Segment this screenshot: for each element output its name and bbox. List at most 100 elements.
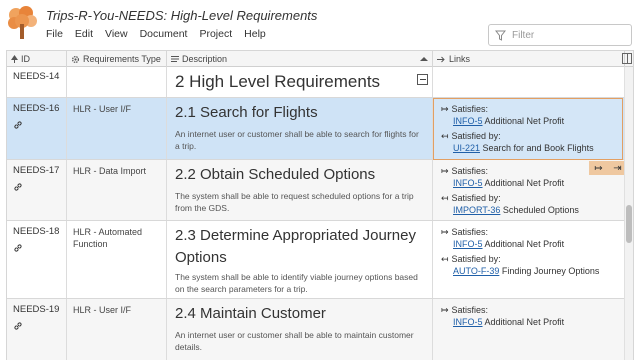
row-id: NEEDS-18 [13,226,60,237]
link-item[interactable]: INFO-5 Additional Net Profit [441,316,624,328]
arrow-right-icon [437,56,445,62]
requirement-description: The system shall be able to identify via… [175,272,418,294]
heading-id: NEEDS-14 [7,67,67,97]
link-key[interactable]: UI-221 [453,143,480,153]
requirement-title: 2.1 Search for Flights [175,104,318,121]
table-row[interactable]: NEEDS-17 HLR - Data Import 2.2 Obtain Sc… [7,160,625,221]
add-outgoing-link-icon[interactable]: ↦ [594,163,602,174]
chevron-up-icon [420,57,428,61]
column-id[interactable]: ID [7,51,67,67]
column-description[interactable]: Description [167,51,433,67]
link-icon[interactable] [13,120,23,130]
menu-view[interactable]: View [105,28,128,40]
row-description-cell: 2.3 Determine Appropriated Journey Optio… [167,221,433,298]
link-key[interactable]: INFO-5 [453,317,483,327]
add-incoming-link-icon[interactable]: ⇥ [613,163,621,174]
link-icon[interactable] [13,321,23,331]
row-id-cell: NEEDS-16 [7,98,67,159]
gear-icon [71,55,80,63]
row-id: NEEDS-17 [13,165,60,176]
row-id-cell: NEEDS-17 [7,160,67,220]
satisfied-by-header: ↤ Satisfied by: [441,131,501,141]
relation-arrow-icon: ↤ [441,131,449,141]
column-description-label: Description [182,54,228,64]
row-description-cell: 2.2 Obtain Scheduled Options The system … [167,160,433,220]
row-type: HLR - Automated Function [67,221,167,298]
satisfies-header: ↦ Satisfies: [441,305,489,315]
filter-box[interactable] [488,24,632,46]
requirement-description: An internet user or customer shall be ab… [175,129,419,151]
relation-arrow-icon: ↦ [441,227,449,237]
row-id: NEEDS-19 [13,304,60,315]
vertical-scrollbar[interactable] [624,67,633,360]
row-id-cell: NEEDS-19 [7,299,67,360]
link-item[interactable]: INFO-5 Additional Net Profit [441,238,624,250]
link-key[interactable]: AUTO-F-39 [453,266,499,276]
link-key[interactable]: INFO-5 [453,116,483,126]
menu-bar: File Edit View Document Project Help [46,28,266,40]
link-item[interactable]: IMPORT-36 Scheduled Options [441,204,624,216]
collapse-icon[interactable] [417,74,428,85]
table-row[interactable]: NEEDS-16 HLR - User I/F 2.1 Search for F… [7,98,625,160]
row-type: HLR - User I/F [67,98,167,159]
menu-project[interactable]: Project [199,28,232,40]
row-links-cell: ↦ Satisfies: INFO-5 Additional Net Profit… [433,98,625,159]
row-type: HLR - User I/F [67,299,167,360]
link-actions-toolbar: ↦ ⇥ [589,161,627,175]
requirement-description: The system shall be able to request sche… [175,191,414,213]
relation-arrow-icon: ↤ [441,254,449,264]
heading-type-cell [67,67,167,97]
section-heading-title: 2 High Level Requirements [175,72,381,91]
requirement-description: An internet user or customer shall be ab… [175,330,414,352]
relation-arrow-icon: ↦ [441,305,449,315]
requirements-grid: ID Requirements Type Description Links N… [6,50,634,360]
requirement-title: 2.2 Obtain Scheduled Options [175,166,376,183]
section-heading-row[interactable]: NEEDS-14 2 High Level Requirements [7,67,625,98]
satisfies-header: ↦ Satisfies: [441,227,489,237]
row-links-cell: ↦ Satisfies: INFO-5 Additional Net Profit… [433,221,625,298]
menu-file[interactable]: File [46,28,63,40]
table-row[interactable]: NEEDS-18 HLR - Automated Function 2.3 De… [7,221,625,299]
row-description-cell: 2.4 Maintain Customer An internet user o… [167,299,433,360]
document-title: Trips-R-You-NEEDS: High-Level Requiremen… [46,8,318,23]
relation-arrow-icon: ↤ [441,193,449,203]
requirement-title: 2.3 Determine Appropriated Journey Optio… [175,227,416,266]
relation-arrow-icon: ↦ [441,166,449,176]
column-type[interactable]: Requirements Type [67,51,167,67]
relation-arrow-icon: ↦ [441,104,449,114]
column-links-label: Links [449,54,471,64]
menu-document[interactable]: Document [140,28,188,40]
satisfied-by-header: ↤ Satisfied by: [441,254,501,264]
table-row[interactable]: NEEDS-19 HLR - User I/F 2.4 Maintain Cus… [7,299,625,360]
row-id-cell: NEEDS-18 [7,221,67,298]
column-id-label: ID [21,54,30,64]
columns-panel-icon[interactable] [622,53,632,64]
link-icon[interactable] [13,243,23,253]
satisfies-header: ↦ Satisfies: [441,104,489,114]
text-lines-icon [171,56,179,62]
row-description-cell: 2.1 Search for Flights An internet user … [167,98,433,159]
link-key[interactable]: INFO-5 [453,239,483,249]
scrollbar-thumb[interactable] [626,205,632,243]
link-icon[interactable] [13,182,23,192]
satisfied-by-header: ↤ Satisfied by: [441,193,501,203]
link-item[interactable]: INFO-5 Additional Net Profit [441,177,624,189]
menu-edit[interactable]: Edit [75,28,93,40]
column-type-label: Requirements Type [83,54,161,64]
menu-help[interactable]: Help [244,28,266,40]
sort-up-icon [11,55,18,63]
row-type: HLR - Data Import [67,160,167,220]
link-key[interactable]: IMPORT-36 [453,205,500,215]
link-item[interactable]: AUTO-F-39 Finding Journey Options [441,265,624,277]
link-item[interactable]: INFO-5 Additional Net Profit [441,115,624,127]
link-key[interactable]: INFO-5 [453,178,483,188]
requirement-title: 2.4 Maintain Customer [175,305,326,322]
row-id: NEEDS-16 [13,103,60,114]
filter-icon [495,30,506,41]
filter-input[interactable] [512,29,622,41]
link-item[interactable]: UI-221 Search for and Book Flights [441,142,624,154]
column-links[interactable]: Links [433,51,625,67]
app-window: Trips-R-You-NEEDS: High-Level Requiremen… [0,0,640,360]
grid-header: ID Requirements Type Description Links [7,51,633,67]
row-links-cell: ↦ Satisfies: INFO-5 Additional Net Profit [433,299,625,360]
